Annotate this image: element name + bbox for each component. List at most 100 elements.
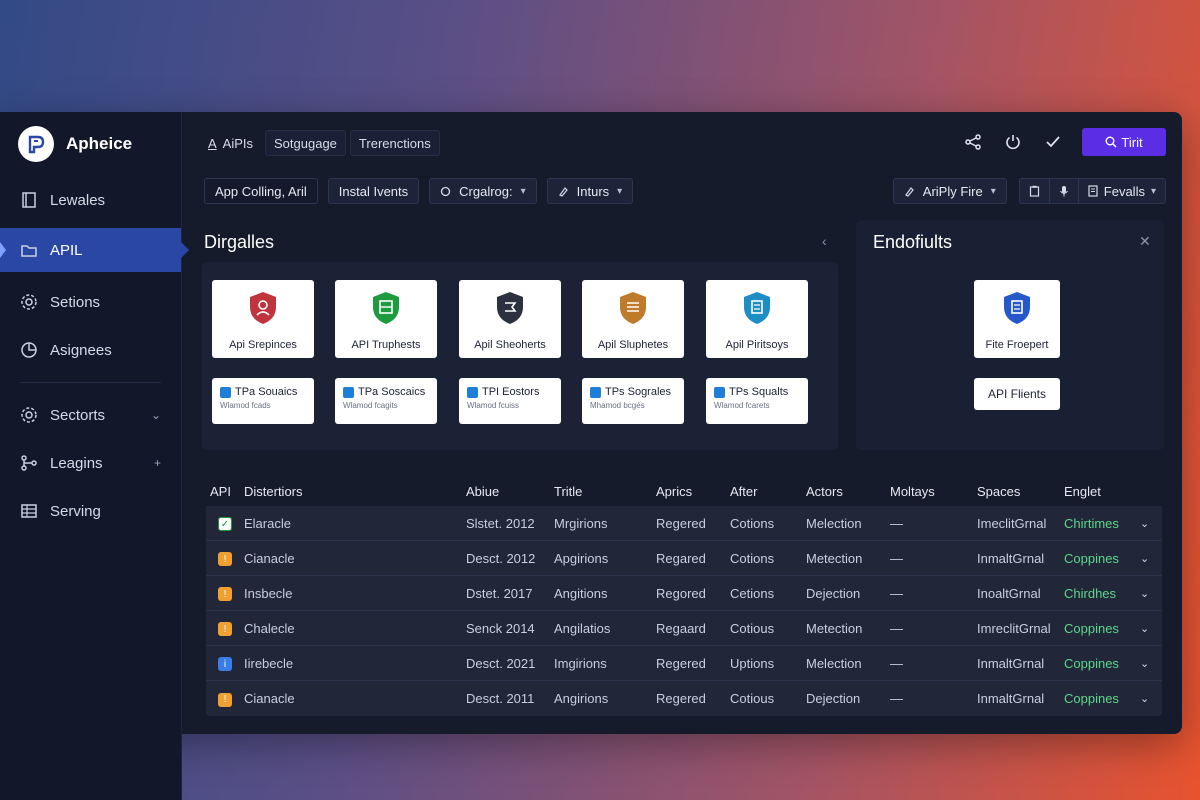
sidebar-item-lewales[interactable]: Lewales: [0, 178, 181, 222]
api-card[interactable]: Apil Piritsoys: [706, 280, 808, 358]
sidebar-item-apil[interactable]: APIL: [0, 228, 189, 272]
filter-dropdown-crgalrog[interactable]: Crgalrog: ▾: [429, 178, 537, 204]
sidebar-item-leagins[interactable]: Leagins +: [0, 441, 181, 485]
sidebar-item-setions[interactable]: Setions: [0, 280, 181, 324]
cell-aprics: Regered: [656, 691, 706, 706]
api-flients-button[interactable]: API Flients: [974, 378, 1060, 410]
column-header[interactable]: Abiue: [466, 484, 554, 499]
column-header[interactable]: Englet: [1064, 484, 1140, 499]
mini-card[interactable]: TPI Eostors Wlamod fcuiss: [459, 378, 561, 424]
mini-card[interactable]: TPs Squalts Wlamod fcarets: [706, 378, 808, 424]
chevron-down-icon[interactable]: ⌄: [1140, 657, 1162, 670]
power-icon[interactable]: [1002, 131, 1024, 153]
cell-actors: Dejection: [806, 691, 861, 706]
column-header[interactable]: Moltays: [890, 484, 977, 499]
cell-actors: Dejection: [806, 585, 861, 601]
cell-after: Cotions: [730, 515, 775, 531]
sidebar-divider: [20, 382, 161, 383]
mini-card-sub: Wlamod fcagits: [343, 401, 398, 410]
cell-date: Slstet. 2012: [466, 515, 535, 531]
warning-icon: !: [218, 622, 232, 637]
cell-aprics: Regored: [656, 585, 706, 601]
column-header[interactable]: Distertiors: [244, 484, 466, 499]
filter-chip-app-colling[interactable]: App Colling, Aril: [204, 178, 318, 204]
chip-label: AriPly Fire: [922, 183, 983, 199]
filter-chip-instal-ivents[interactable]: Instal Ivents: [327, 178, 420, 204]
mini-card-title: TPI Eostors: [482, 386, 540, 398]
cell-title: Angitions: [554, 585, 608, 601]
table-row[interactable]: i Iirebecle Desct. 2021 Imgirions Regere…: [206, 646, 1162, 681]
table-row[interactable]: ! Chalecle Senck 2014 Angilatios Regaard…: [206, 611, 1162, 646]
table-row[interactable]: ! Cianacle Desct. 2012 Apgirions Regared…: [206, 541, 1162, 576]
cell-name: Chalecle: [244, 620, 295, 636]
table-row[interactable]: ! Cianacle Desct. 2011 Angirions Regered…: [206, 681, 1162, 716]
table-header: API Distertiors Abiue Tritle Aprics Afte…: [206, 476, 1162, 506]
chevron-down-icon[interactable]: ⌄: [1140, 622, 1162, 635]
plus-icon[interactable]: +: [154, 456, 161, 470]
brand[interactable]: Apheice: [0, 112, 181, 176]
mini-card[interactable]: TPa Soscaics Wlamod fcagits: [335, 378, 437, 424]
endpoint-card[interactable]: Fite Froepert: [974, 280, 1060, 358]
sidebar-item-asignees[interactable]: Asignees: [0, 328, 181, 372]
chevron-down-icon: ▾: [617, 185, 623, 197]
sidebar-item-label: Sectorts: [50, 406, 106, 424]
share-icon[interactable]: [962, 131, 984, 153]
check-icon[interactable]: [1042, 131, 1064, 153]
chevron-down-icon[interactable]: ⌄: [1140, 692, 1162, 705]
column-header[interactable]: Tritle: [554, 484, 656, 499]
microphone-icon[interactable]: [1050, 179, 1079, 203]
primary-action-button[interactable]: Tirit: [1082, 128, 1166, 156]
column-header[interactable]: Aprics: [656, 484, 730, 499]
settings-icon: [441, 186, 451, 196]
chevron-down-icon[interactable]: ⌄: [1140, 552, 1162, 565]
column-header[interactable]: Spaces: [977, 484, 1064, 499]
panel-title-left: Dirgalles: [204, 232, 275, 252]
api-card[interactable]: Apil Sheoherts: [459, 280, 561, 358]
cell-name: Iirebecle: [244, 655, 294, 671]
tab-trerenctions[interactable]: Trerenctions: [349, 130, 440, 156]
column-header[interactable]: After: [730, 484, 806, 499]
chevron-down-icon[interactable]: ⌄: [1140, 587, 1162, 600]
primary-action-label: Tirit: [1121, 134, 1143, 150]
clipboard-icon[interactable]: [1020, 179, 1050, 203]
api-card[interactable]: Apil Sluphetes: [582, 280, 684, 358]
view-options-group: Fevalls ▾: [1018, 178, 1166, 204]
cell-actors: Metection: [806, 550, 863, 566]
cell-spaces: InmaltGrnal: [977, 691, 1045, 706]
shield-icon: [1004, 292, 1030, 324]
chevron-down-icon[interactable]: ⌄: [1140, 517, 1162, 530]
cell-aprics: Regered: [656, 515, 706, 531]
table-row[interactable]: ✓ Elaracle Slstet. 2012 Mrgirions Regere…: [206, 506, 1162, 541]
folder-icon: [21, 245, 37, 257]
filter-dropdown-ariply-fire[interactable]: AriPly Fire ▾: [892, 178, 1007, 204]
sidebar-item-sectorts[interactable]: Sectorts ⌄: [0, 393, 181, 437]
mini-card[interactable]: TPa Souaics Wlamod fcads: [212, 378, 314, 424]
close-icon[interactable]: ✕: [1139, 233, 1151, 250]
filter-dropdown-inturs[interactable]: Inturs ▾: [546, 178, 634, 204]
chevron-left-icon[interactable]: ‹: [822, 233, 827, 249]
chip-label: Crgalrog:: [459, 183, 513, 199]
top-actions: Tirit: [962, 128, 1166, 156]
sidebar-item-serving[interactable]: Serving: [0, 489, 181, 533]
api-card[interactable]: Api Srepinces: [212, 280, 314, 358]
chevron-down-icon: ▾: [990, 185, 996, 197]
pen-icon: [558, 186, 568, 197]
filter-row: App Colling, Aril Instal Ivents Crgalrog…: [204, 178, 634, 204]
filter-row-right: AriPly Fire ▾ Fevalls ▾: [892, 178, 1166, 204]
cell-after: Cotious: [730, 691, 775, 706]
chevron-down-icon[interactable]: ⌄: [151, 408, 161, 422]
column-header[interactable]: Actors: [806, 484, 890, 499]
tab-sotgugage[interactable]: Sotgugage: [265, 130, 346, 156]
cell-date: Senck 2014: [466, 620, 535, 636]
column-header[interactable]: API: [206, 484, 244, 499]
cell-name: Insbecle: [244, 585, 293, 601]
tab-apis[interactable]: A AiPIs: [200, 130, 261, 156]
api-card-label: Apil Sheoherts: [474, 339, 546, 351]
table-icon: [21, 504, 37, 518]
cell-moltays: —: [890, 620, 903, 636]
mini-card[interactable]: TPs Sograles Mhamod bcgés: [582, 378, 684, 424]
api-card[interactable]: API Truphests: [335, 280, 437, 358]
chip-label: Instal Ivents: [338, 183, 409, 199]
fevalls-dropdown[interactable]: Fevalls ▾: [1079, 179, 1165, 203]
table-row[interactable]: ! Insbecle Dstet. 2017 Angitions Regored…: [206, 576, 1162, 611]
